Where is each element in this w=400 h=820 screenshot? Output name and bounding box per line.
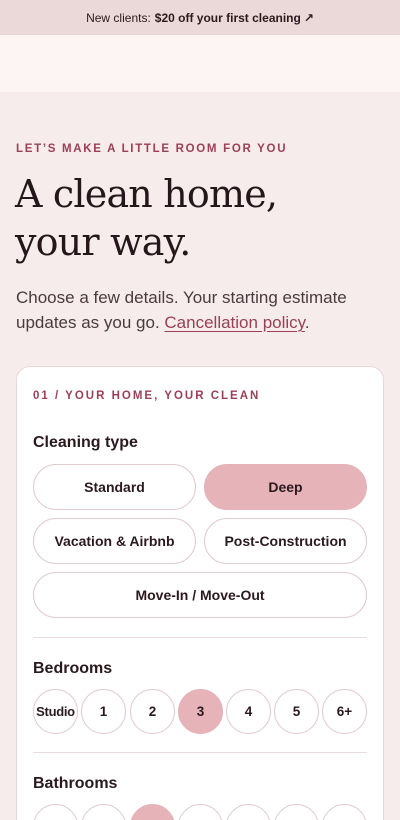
bathrooms-option[interactable] [33,804,78,820]
hero-lede-end: . [304,313,310,332]
booking-form-card: 01 / YOUR HOME, YOUR CLEAN Cleaning type… [16,366,384,820]
bedrooms-option-3[interactable]: 3 [178,689,223,734]
divider [33,752,367,753]
cleaning-type-post-construction[interactable]: Post-Construction [204,518,367,564]
cleaning-type-move-in-move-out[interactable]: Move-In / Move-Out [33,572,367,618]
bedrooms-option-2[interactable]: 2 [130,689,175,734]
bedrooms-option-1[interactable]: 1 [81,689,126,734]
bathrooms-option[interactable] [130,804,175,820]
bedrooms-label: Bedrooms [33,660,113,677]
cleaning-type-label: Cleaning type [33,434,138,451]
promo-banner[interactable]: New clients: $20 off your first cleaning… [0,0,400,35]
cleaning-type-deep[interactable]: Deep [204,464,367,510]
bedrooms-option-4[interactable]: 4 [226,689,271,734]
cleaning-type-standard[interactable]: Standard [33,464,196,510]
cleaning-type-vacation-airbnb[interactable]: Vacation & Airbnb [33,518,196,564]
promo-offer: $20 off your first cleaning [154,10,301,25]
hero-eyebrow: LET’S MAKE A LITTLE ROOM FOR YOU [16,143,288,155]
bathrooms-option[interactable] [322,804,367,820]
promo-prefix: New clients: [86,10,151,25]
hero-lede: Choose a few details. Your starting esti… [16,285,386,335]
hero-title-line-2: your way. [15,220,191,264]
bathrooms-option[interactable] [274,804,319,820]
hero-title: A clean home, your way. [15,170,355,266]
step-label: 01 / YOUR HOME, YOUR CLEAN [33,390,261,402]
bedrooms-option-studio[interactable]: Studio [33,689,78,734]
bedrooms-option-6-plus[interactable]: 6+ [322,689,367,734]
bedrooms-option-5[interactable]: 5 [274,689,319,734]
bathrooms-option[interactable] [226,804,271,820]
site-header [0,35,400,92]
divider [33,637,367,638]
bathrooms-option[interactable] [81,804,126,820]
hero-title-line-1: A clean home, [15,172,278,216]
bathrooms-label: Bathrooms [33,775,118,792]
bathrooms-option[interactable] [178,804,223,820]
arrow-up-right-icon: ↗ [303,10,314,25]
cancellation-policy-link[interactable]: Cancellation policy [164,313,304,332]
